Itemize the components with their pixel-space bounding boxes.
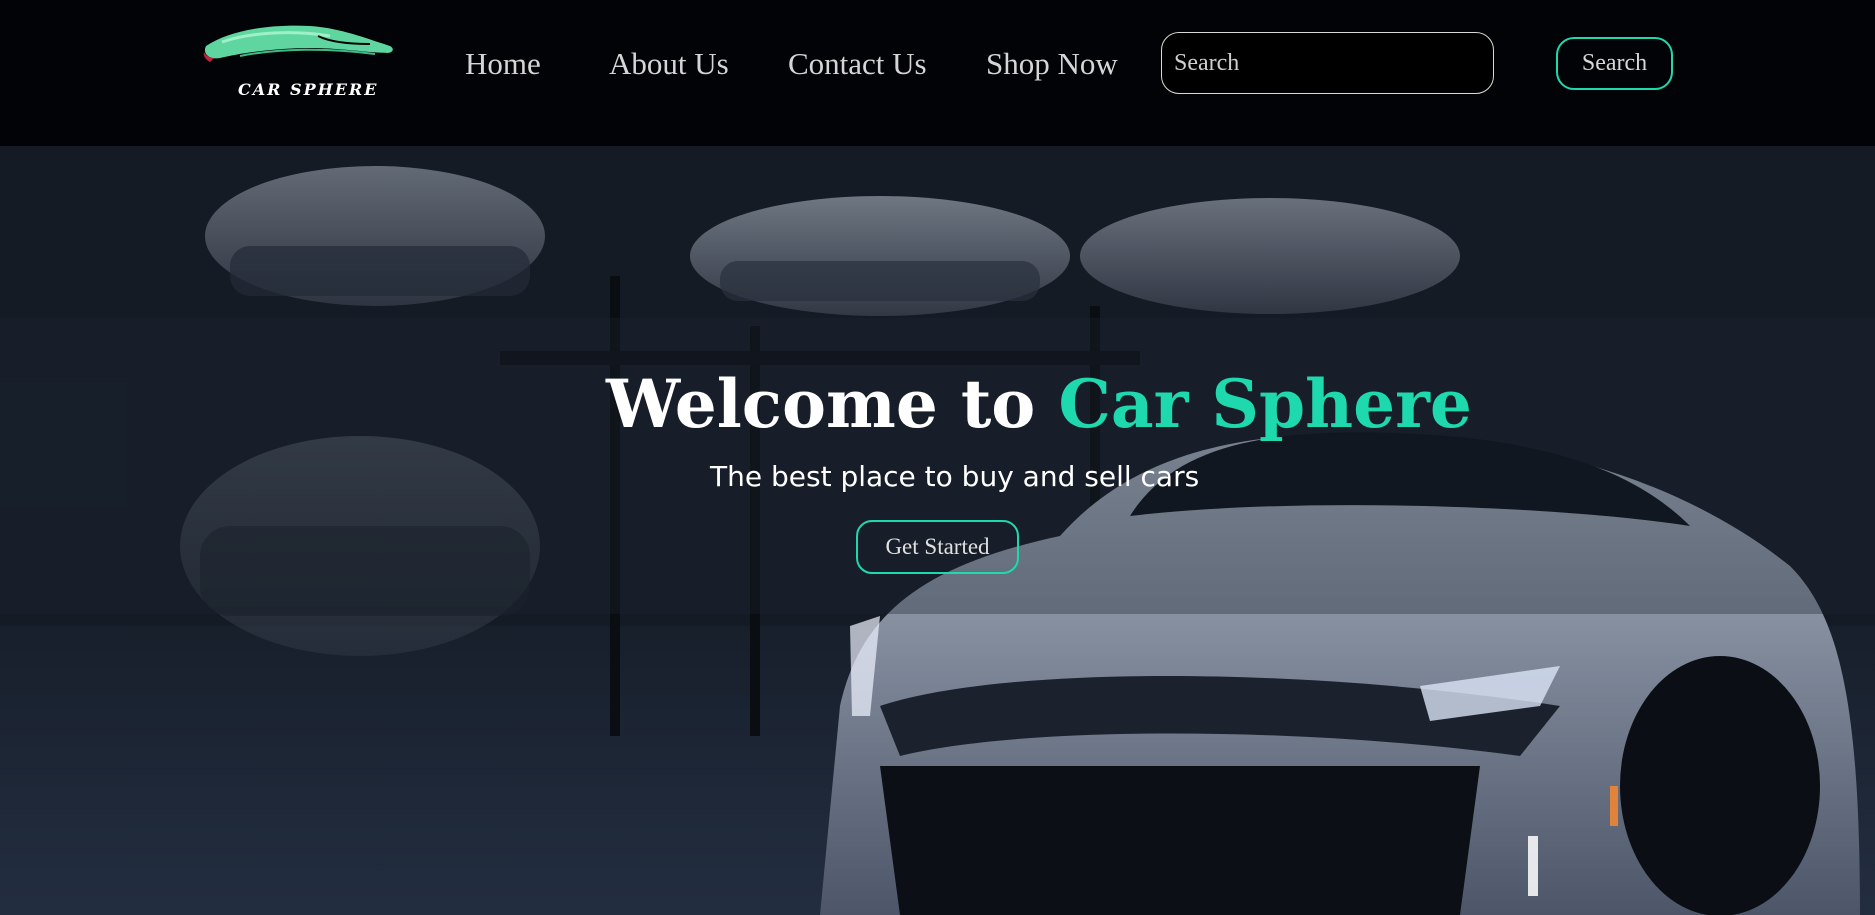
nav-about-link[interactable]: About Us (609, 44, 729, 84)
logo[interactable]: CAR SPHERE (200, 18, 400, 108)
hero-title-brand: Car Sphere (1058, 365, 1472, 443)
site-header: CAR SPHERE Home About Us Contact Us Shop… (0, 0, 1875, 146)
nav-contact-link[interactable]: Contact Us (788, 44, 927, 84)
nav-home-link[interactable]: Home (465, 44, 541, 84)
car-logo-icon (203, 25, 393, 62)
nav-shop-link[interactable]: Shop Now (986, 44, 1118, 84)
hero-subtitle: The best place to buy and sell cars (710, 460, 1200, 493)
hero-title-prefix: Welcome to (606, 365, 1059, 443)
logo-text: CAR SPHERE (238, 80, 379, 99)
search-input[interactable] (1161, 32, 1494, 94)
get-started-button[interactable]: Get Started (856, 520, 1019, 574)
search-button[interactable]: Search (1556, 37, 1673, 90)
hero-title: Welcome to Car Sphere (606, 366, 1472, 442)
